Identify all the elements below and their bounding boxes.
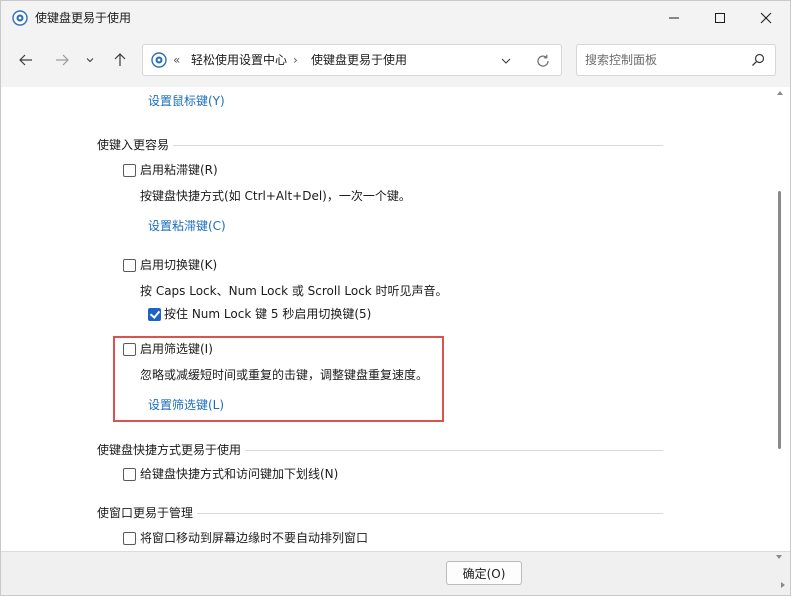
disable-snap-label[interactable]: 将窗口移动到屏幕边缘时不要自动排列窗口 <box>140 530 368 546</box>
scroll-thumb[interactable] <box>778 191 781 449</box>
search-icon[interactable] <box>751 53 765 67</box>
search-box[interactable] <box>576 44 776 76</box>
filter-keys-label[interactable]: 启用筛选键(I) <box>140 341 213 357</box>
breadcrumb-item-ease-of-access[interactable]: 轻松使用设置中心 <box>191 52 287 68</box>
address-bar[interactable]: « 轻松使用设置中心 › 使键盘更易于使用 <box>142 44 562 76</box>
chevron-down-icon[interactable] <box>499 54 513 68</box>
section-heading-shortcuts: 使键盘快捷方式更易于使用 <box>97 442 246 458</box>
arrow-up-icon <box>114 53 126 66</box>
setup-sticky-keys-link[interactable]: 设置粘滞键(C) <box>148 218 226 234</box>
resize-grip-icon[interactable] <box>781 582 785 588</box>
arrow-right-icon <box>56 54 69 66</box>
toggle-keys-description: 按 Caps Lock、Num Lock 或 Scroll Lock 时听见声音… <box>140 284 448 298</box>
toggle-keys-checkbox[interactable] <box>123 259 136 272</box>
section-heading-typing: 使键入更容易 <box>97 137 174 153</box>
title-bar: 使键盘更易于使用 <box>1 1 790 35</box>
window: 使键盘更易于使用 « 轻松使用设置中心 › 使键盘更易于使用 搜索控制面板 设置… <box>0 0 791 596</box>
minimize-button[interactable] <box>651 1 697 35</box>
close-icon <box>760 12 772 24</box>
breadcrumb-separator[interactable]: › <box>293 52 298 68</box>
maximize-icon <box>715 13 725 23</box>
ok-button[interactable]: 确定(O) <box>446 561 522 585</box>
toggle-keys-label[interactable]: 启用切换键(K) <box>140 257 217 273</box>
navigation-bar: « 轻松使用设置中心 › 使键盘更易于使用 <box>1 35 790 87</box>
search-input[interactable] <box>585 51 735 69</box>
control-panel-icon <box>151 52 167 68</box>
arrow-left-icon <box>19 54 32 66</box>
sticky-keys-label[interactable]: 启用粘滞键(R) <box>140 162 218 178</box>
control-panel-icon <box>12 10 28 26</box>
vertical-scrollbar[interactable] <box>775 87 785 551</box>
scroll-down-arrow-icon[interactable] <box>776 555 782 559</box>
up-button[interactable] <box>107 47 133 73</box>
filter-keys-checkbox[interactable] <box>123 343 136 356</box>
close-button[interactable] <box>743 1 789 35</box>
filter-keys-description: 忽略或减缓短时间或重复的击键，调整键盘重复速度。 <box>140 368 429 382</box>
toggle-keys-numlock-label[interactable]: 按住 Num Lock 键 5 秒启用切换键(5) <box>164 306 371 322</box>
minimize-icon <box>669 17 679 19</box>
forward-button[interactable] <box>49 47 75 73</box>
section-heading-windows: 使窗口更易于管理 <box>97 505 198 521</box>
breadcrumb-overflow[interactable]: « <box>173 52 180 68</box>
setup-mouse-keys-link[interactable]: 设置鼠标键(Y) <box>148 93 225 109</box>
recent-locations-button[interactable] <box>81 47 99 73</box>
refresh-icon[interactable] <box>535 53 551 69</box>
underline-shortcuts-checkbox[interactable] <box>123 468 136 481</box>
footer-bar: 确定(O) <box>1 551 790 595</box>
sticky-keys-description: 按键盘快捷方式(如 Ctrl+Alt+Del)，一次一个键。 <box>140 189 411 203</box>
content-pane: 设置鼠标键(Y) 使键入更容易 启用粘滞键(R) 按键盘快捷方式(如 Ctrl+… <box>1 87 790 551</box>
toggle-keys-numlock-checkbox[interactable] <box>148 308 161 321</box>
window-title: 使键盘更易于使用 <box>35 11 132 25</box>
sticky-keys-checkbox[interactable] <box>123 164 136 177</box>
setup-filter-keys-link[interactable]: 设置筛选键(L) <box>148 397 224 413</box>
breadcrumb-item-keyboard[interactable]: 使键盘更易于使用 <box>311 52 407 68</box>
section-divider <box>97 145 663 146</box>
underline-shortcuts-label[interactable]: 给键盘快捷方式和访问键加下划线(N) <box>140 466 338 482</box>
back-button[interactable] <box>13 47 39 73</box>
scroll-up-arrow-icon[interactable] <box>777 91 783 95</box>
disable-snap-checkbox[interactable] <box>123 532 136 545</box>
maximize-button[interactable] <box>697 1 743 35</box>
chevron-down-icon <box>86 58 94 63</box>
